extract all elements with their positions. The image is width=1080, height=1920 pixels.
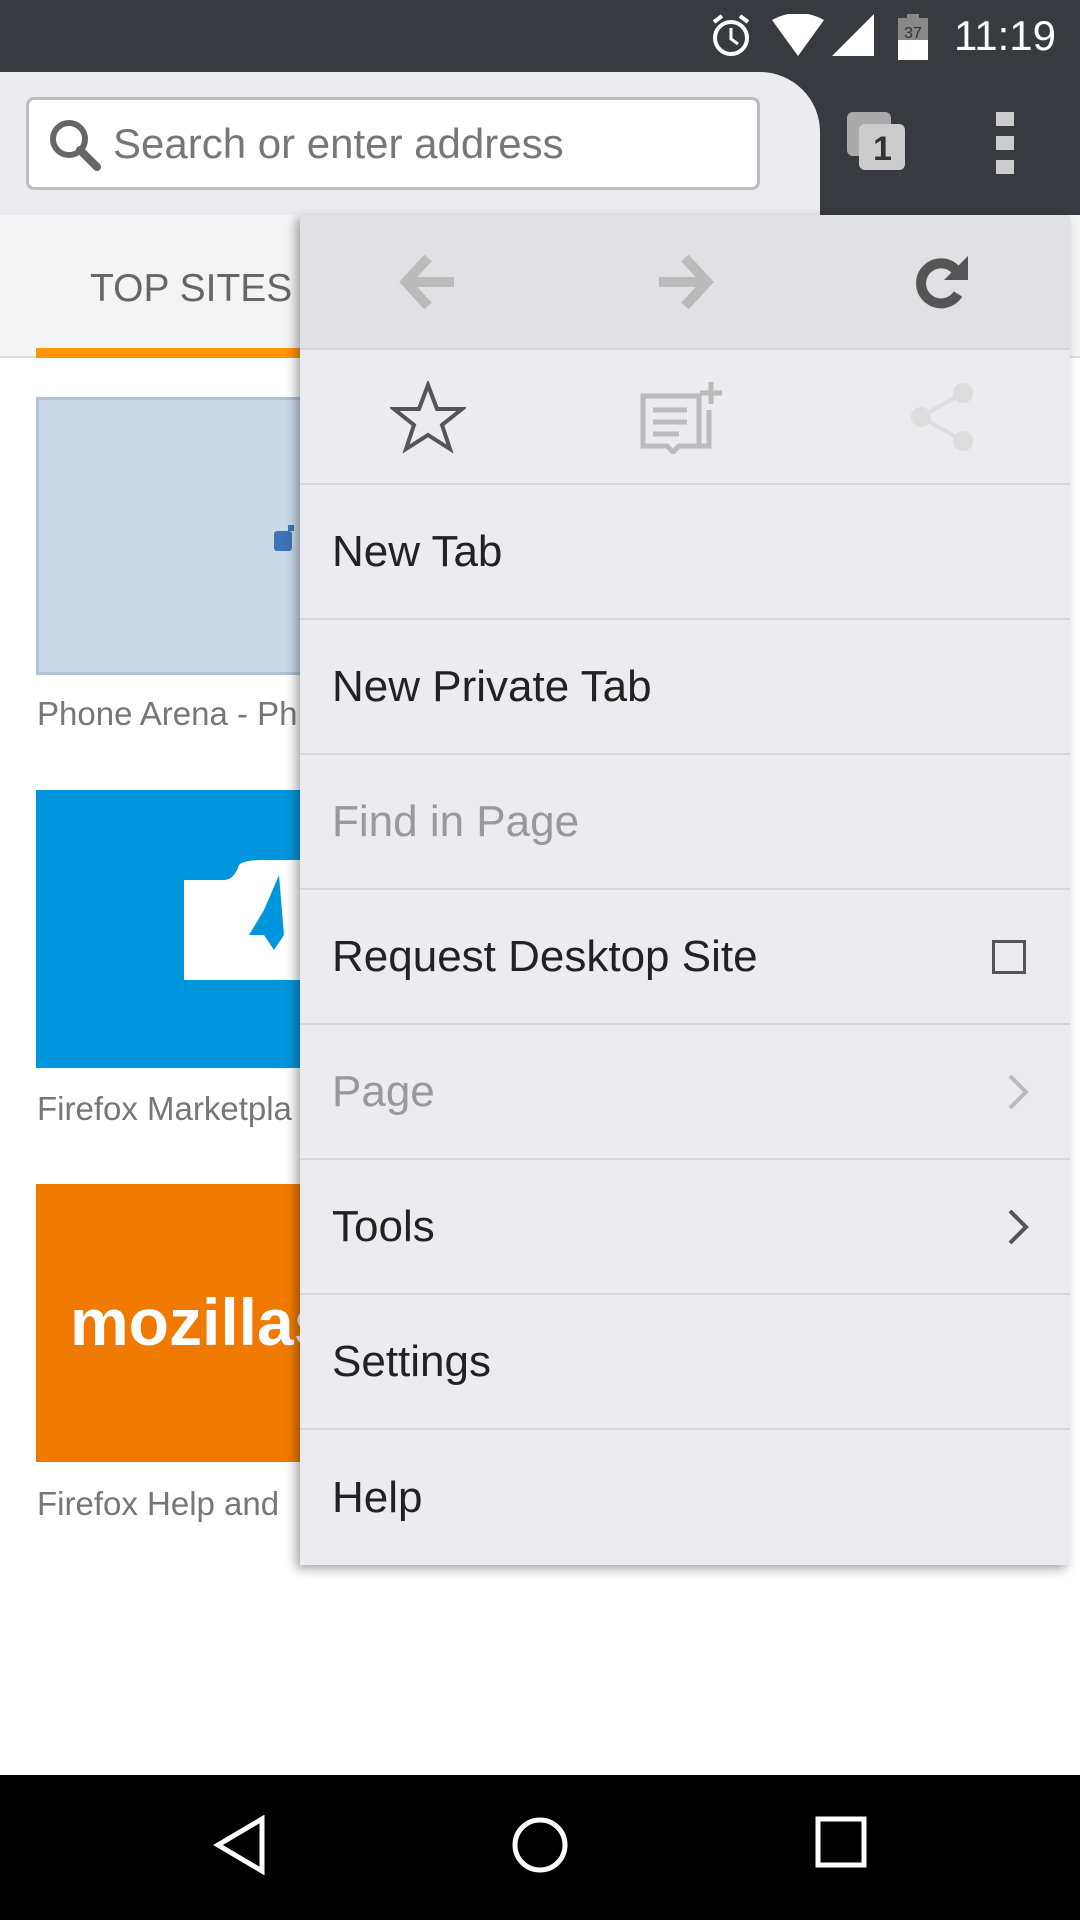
tab-count: 1 — [873, 130, 892, 168]
menu-item-label: Tools — [332, 1201, 435, 1251]
top-site-tile[interactable] — [36, 790, 314, 1068]
back-icon — [399, 254, 455, 309]
home-nav-button[interactable] — [510, 1815, 570, 1880]
mozilla-logo-text: mozillas — [70, 1285, 306, 1359]
back-button[interactable] — [300, 215, 557, 348]
menu-item-label: New Private Tab — [332, 661, 652, 711]
chevron-right-icon — [1008, 1074, 1029, 1109]
menu-button[interactable] — [996, 112, 1018, 174]
nav-home-icon — [512, 1817, 568, 1873]
bookmark-button[interactable] — [300, 350, 557, 483]
share-button[interactable] — [813, 350, 1070, 483]
system-nav-bar — [0, 1775, 1080, 1920]
phone-arena-logo-icon — [274, 525, 294, 551]
url-bar-placeholder: Search or enter address — [113, 120, 564, 167]
top-site-tile[interactable]: mozillas — [36, 1184, 306, 1462]
browser-toolbar: Search or enter address 1 — [0, 72, 1080, 215]
menu-item-help[interactable]: Help — [300, 1430, 1070, 1565]
clock: 11:19 — [954, 12, 1056, 59]
alarm-icon — [712, 14, 750, 56]
tab-top-sites[interactable]: TOP SITES — [90, 267, 292, 311]
menu-item-label: Help — [332, 1472, 423, 1522]
menu-item-label: Page — [332, 1066, 435, 1116]
tabs-button[interactable]: 1 — [845, 110, 907, 172]
active-tab-indicator — [36, 348, 306, 358]
menu-item-label: Find in Page — [332, 796, 580, 846]
top-site-label[interactable]: Firefox Marketpla — [37, 1090, 307, 1128]
svg-text:37: 37 — [904, 25, 922, 42]
menu-item-new-tab[interactable]: New Tab — [300, 485, 1070, 620]
menu-item-label: Request Desktop Site — [332, 931, 758, 981]
bookmark-star-icon — [390, 380, 467, 453]
forward-icon — [659, 254, 714, 309]
battery-icon: 37 — [898, 14, 928, 60]
wifi-icon — [772, 14, 824, 56]
overflow-menu-icon — [996, 112, 1014, 174]
reload-button[interactable] — [813, 215, 1070, 348]
signal-icon — [832, 14, 874, 56]
menu-item-find-in-page[interactable]: Find in Page — [300, 755, 1070, 890]
reading-list-add-icon — [640, 381, 722, 454]
reading-list-button[interactable] — [557, 350, 814, 483]
search-icon — [50, 120, 101, 171]
forward-button[interactable] — [557, 215, 814, 348]
top-site-label[interactable]: Firefox Help and — [37, 1485, 307, 1523]
nav-back-icon — [213, 1814, 265, 1876]
back-nav-button[interactable] — [212, 1814, 268, 1880]
overflow-menu: New Tab New Private Tab Find in Page Req… — [300, 215, 1070, 1565]
nav-recents-icon — [815, 1816, 867, 1868]
menu-item-request-desktop-site[interactable]: Request Desktop Site — [300, 890, 1070, 1025]
share-icon — [910, 382, 973, 451]
top-site-tile[interactable] — [36, 397, 306, 675]
menu-item-page[interactable]: Page — [300, 1025, 1070, 1160]
status-bar: 37 11:19 — [0, 0, 1080, 72]
url-bar[interactable]: Search or enter address — [26, 97, 760, 190]
menu-item-label: New Tab — [332, 526, 503, 576]
recents-nav-button[interactable] — [814, 1815, 868, 1874]
reload-icon — [915, 255, 968, 308]
top-site-label[interactable]: Phone Arena - Ph — [37, 695, 307, 733]
menu-item-tools[interactable]: Tools — [300, 1160, 1070, 1295]
menu-item-new-private-tab[interactable]: New Private Tab — [300, 620, 1070, 755]
chevron-right-icon — [1008, 1209, 1029, 1244]
menu-item-settings[interactable]: Settings — [300, 1295, 1070, 1430]
menu-item-label: Settings — [332, 1336, 491, 1386]
desktop-site-checkbox[interactable] — [992, 939, 1026, 974]
marketplace-logo-icon — [184, 850, 314, 980]
